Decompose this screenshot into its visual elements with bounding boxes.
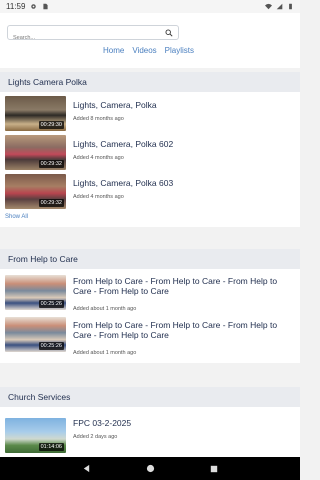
video-thumbnail[interactable]: 00:25:26 bbox=[5, 317, 66, 352]
video-title[interactable]: FPC 03-2-2025 bbox=[73, 418, 291, 428]
section-title: Lights Camera Polka bbox=[0, 72, 300, 92]
video-date: Added 2 days ago bbox=[73, 434, 118, 440]
home-button[interactable] bbox=[146, 464, 155, 473]
video-title[interactable]: From Help to Care - From Help to Care - … bbox=[73, 276, 291, 296]
video-thumbnail[interactable]: 00:29:32 bbox=[5, 174, 66, 209]
video-item[interactable]: 01:14:06 FPC 03-2-2025 Added 2 days ago bbox=[0, 414, 300, 453]
video-date: Added about 1 month ago bbox=[73, 350, 137, 356]
header: Home Videos Playlists bbox=[0, 13, 300, 68]
video-title[interactable]: Lights, Camera, Polka 603 bbox=[73, 178, 291, 188]
battery-icon bbox=[289, 3, 292, 10]
back-icon bbox=[83, 464, 90, 473]
recents-button[interactable] bbox=[210, 465, 218, 473]
video-item[interactable]: 00:29:30 Lights, Camera, Polka Added 8 m… bbox=[0, 96, 300, 135]
video-duration: 00:25:26 bbox=[38, 342, 64, 350]
wifi-icon bbox=[265, 3, 272, 10]
video-thumbnail[interactable]: 00:29:32 bbox=[5, 135, 66, 170]
status-bar: 11:59 bbox=[0, 0, 300, 13]
sim-icon bbox=[43, 3, 49, 10]
nav-videos-link[interactable]: Videos bbox=[132, 46, 156, 55]
video-thumbnail[interactable]: 00:29:30 bbox=[5, 96, 66, 131]
video-thumbnail[interactable]: 00:25:26 bbox=[5, 275, 66, 310]
video-duration: 00:25:26 bbox=[38, 300, 64, 308]
video-item[interactable]: 00:29:32 Lights, Camera, Polka 603 Added… bbox=[0, 174, 300, 213]
video-title[interactable]: Lights, Camera, Polka bbox=[73, 100, 291, 110]
video-thumbnail[interactable]: 01:14:06 bbox=[5, 418, 66, 453]
video-date: Added 8 months ago bbox=[73, 116, 124, 122]
section-title: Church Services bbox=[0, 387, 300, 407]
video-duration: 00:29:32 bbox=[38, 160, 64, 168]
video-item[interactable]: 00:25:26 From Help to Care - From Help t… bbox=[0, 273, 300, 315]
video-item[interactable]: 00:29:32 Lights, Camera, Polka 602 Added… bbox=[0, 135, 300, 174]
system-nav-bar bbox=[0, 457, 300, 480]
gear-icon bbox=[31, 4, 37, 9]
video-title[interactable]: From Help to Care - From Help to Care - … bbox=[73, 320, 291, 340]
video-date: Added 4 months ago bbox=[73, 155, 124, 161]
video-date: Added about 1 month ago bbox=[73, 306, 137, 312]
nav-playlists-link[interactable]: Playlists bbox=[165, 46, 194, 55]
main-nav: Home Videos Playlists bbox=[103, 46, 194, 55]
playlist-section: Church Services 01:14:06 FPC 03-2-2025 A… bbox=[0, 387, 300, 457]
nav-home-link[interactable]: Home bbox=[103, 46, 124, 55]
home-icon bbox=[146, 464, 155, 473]
playlist-section: From Help to Care 00:25:26 From Help to … bbox=[0, 249, 300, 363]
video-title[interactable]: Lights, Camera, Polka 602 bbox=[73, 139, 291, 149]
signal-icon bbox=[276, 3, 283, 10]
status-time: 11:59 bbox=[6, 2, 26, 11]
search-input[interactable] bbox=[8, 31, 158, 45]
recents-icon bbox=[210, 465, 218, 472]
search-box bbox=[7, 25, 179, 45]
back-button[interactable] bbox=[82, 464, 91, 473]
video-date: Added 4 months ago bbox=[73, 194, 124, 200]
show-all-link[interactable]: Show All bbox=[5, 214, 28, 220]
video-duration: 00:29:32 bbox=[38, 199, 64, 207]
section-title: From Help to Care bbox=[0, 249, 300, 269]
video-duration: 01:14:06 bbox=[38, 443, 64, 451]
search-icon[interactable] bbox=[165, 29, 173, 37]
playlist-section: Lights Camera Polka 00:29:30 Lights, Cam… bbox=[0, 72, 300, 227]
video-duration: 00:29:30 bbox=[38, 121, 64, 129]
video-item[interactable]: 00:25:26 From Help to Care - From Help t… bbox=[0, 317, 300, 359]
